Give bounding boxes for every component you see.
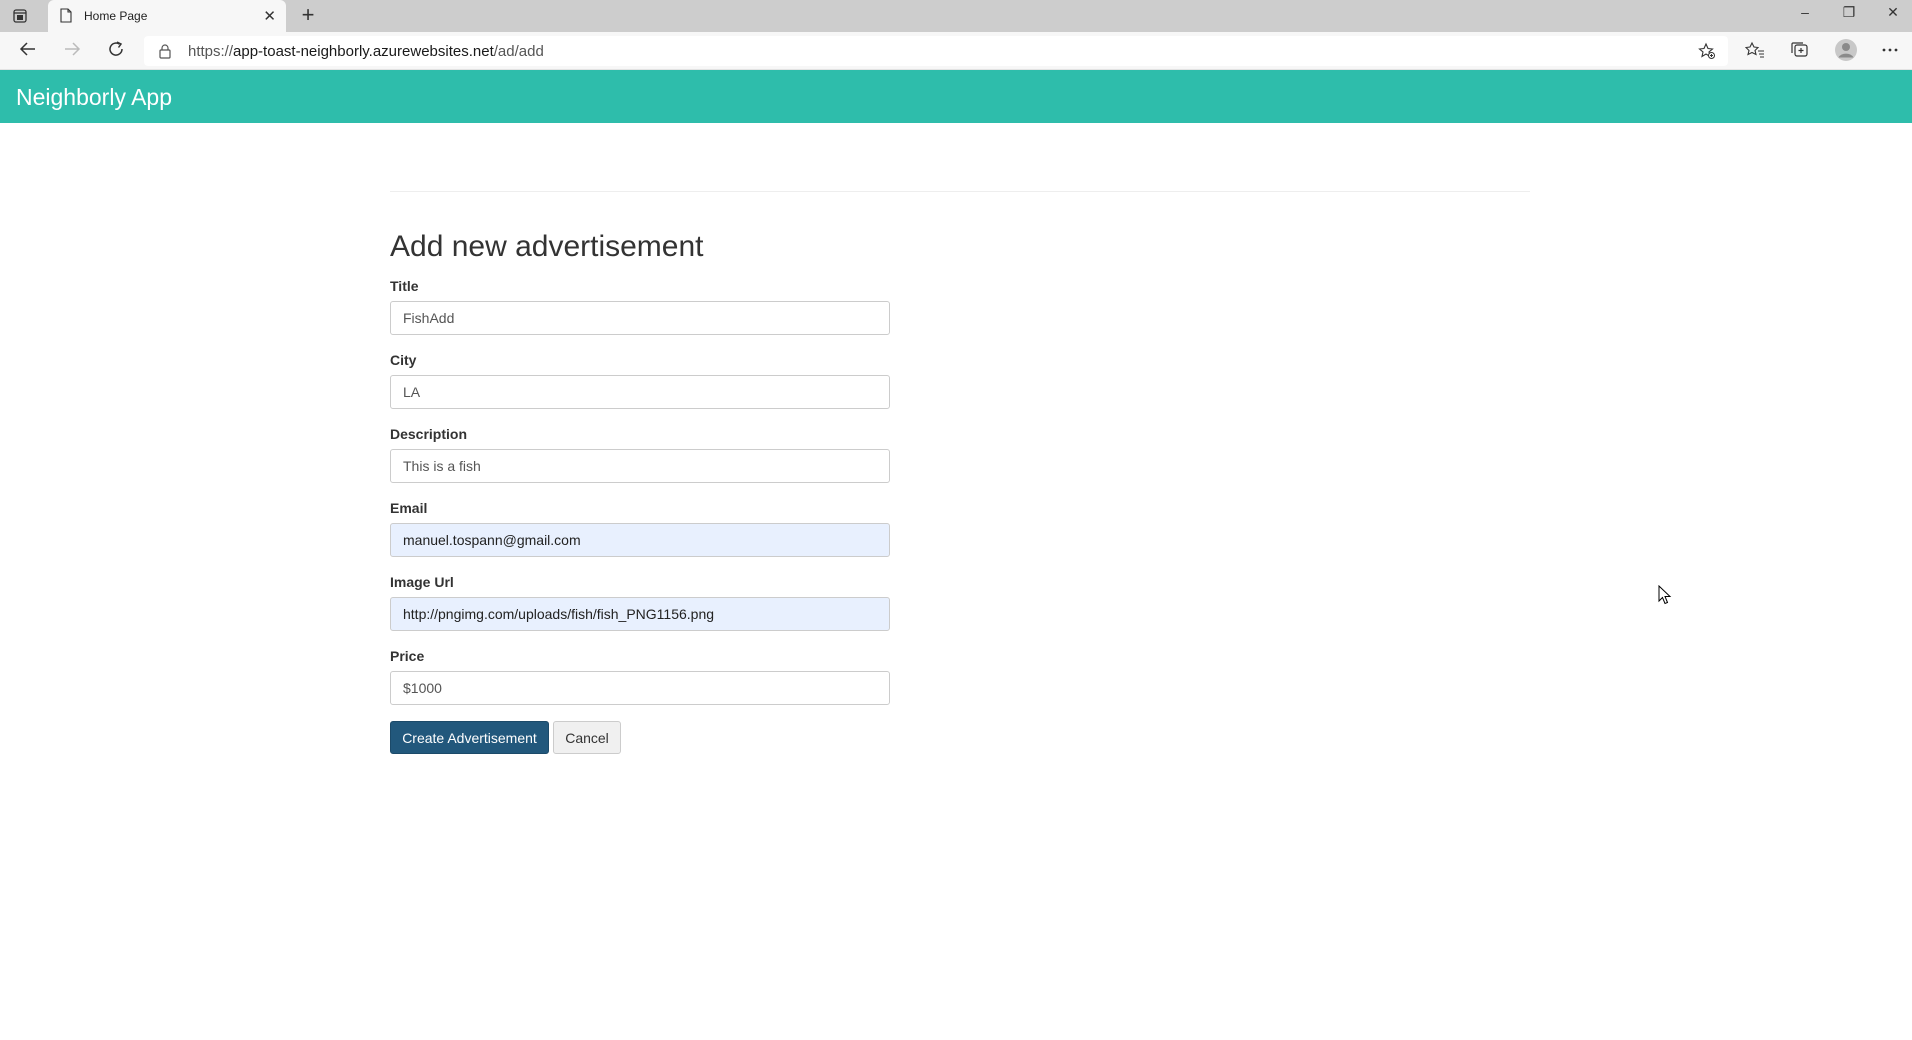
divider: [390, 191, 1530, 192]
favorite-add-icon[interactable]: [1698, 42, 1716, 65]
image-url-label: Image Url: [390, 574, 454, 590]
profile-icon[interactable]: [1834, 38, 1857, 61]
restore-button[interactable]: ❐: [1834, 4, 1864, 26]
email-label: Email: [390, 500, 428, 516]
plus-icon[interactable]: +: [296, 4, 320, 28]
add-ad-form: Title City Description Email Image Url P…: [390, 278, 890, 722]
title-field-group: Title: [390, 278, 890, 352]
description-label: Description: [390, 426, 468, 442]
description-input[interactable]: [390, 449, 890, 483]
image-url-field-group: Image Url: [390, 574, 890, 648]
back-arrow-icon[interactable]: [16, 40, 40, 62]
document-icon: [60, 8, 72, 28]
page-title: Add new advertisement: [390, 230, 704, 263]
minimize-button[interactable]: –: [1790, 4, 1820, 26]
browser-toolbar: https://app-toast-neighborly.azurewebsit…: [0, 32, 1912, 70]
city-input[interactable]: [390, 375, 890, 409]
favorites-icon[interactable]: [1744, 41, 1767, 61]
price-input[interactable]: [390, 671, 890, 705]
tab-strip: Home Page ✕ + – ❐ ✕: [0, 0, 1912, 32]
description-field-group: Description: [390, 426, 890, 500]
image-url-input[interactable]: [390, 597, 890, 631]
price-field-group: Price: [390, 648, 890, 722]
window-close-button[interactable]: ✕: [1878, 4, 1908, 26]
app-navbar: Neighborly App: [0, 70, 1912, 123]
create-advertisement-button[interactable]: Create Advertisement: [390, 721, 549, 754]
collections-icon[interactable]: [1790, 41, 1812, 61]
title-input[interactable]: [390, 301, 890, 335]
url-text: https://app-toast-neighborly.azurewebsit…: [188, 43, 544, 60]
cursor-icon: [1658, 584, 1672, 610]
brand-link[interactable]: Neighborly App: [16, 84, 172, 111]
lock-icon[interactable]: [158, 43, 172, 64]
tab-actions-icon[interactable]: [12, 8, 28, 24]
title-label: Title: [390, 278, 419, 294]
email-input[interactable]: [390, 523, 890, 557]
city-field-group: City: [390, 352, 890, 426]
tab-title: Home Page: [84, 9, 148, 23]
more-icon[interactable]: [1880, 41, 1902, 61]
city-label: City: [390, 352, 417, 368]
cancel-button[interactable]: Cancel: [553, 721, 621, 754]
refresh-icon[interactable]: [104, 40, 128, 62]
address-bar[interactable]: https://app-toast-neighborly.azurewebsit…: [144, 36, 1728, 66]
browser-tab[interactable]: Home Page ✕: [48, 0, 286, 32]
price-label: Price: [390, 648, 425, 664]
close-icon[interactable]: ✕: [263, 7, 276, 25]
forward-arrow-icon[interactable]: [60, 40, 84, 62]
email-field-group: Email: [390, 500, 890, 574]
